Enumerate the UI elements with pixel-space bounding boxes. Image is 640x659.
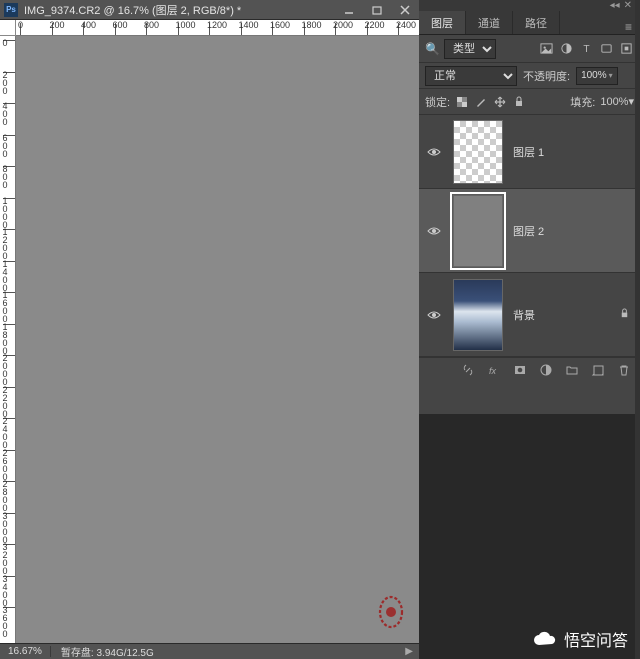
window-buttons xyxy=(339,3,415,17)
svg-text:T: T xyxy=(583,44,589,55)
brand-text: 悟空问答 xyxy=(564,627,628,651)
filter-text-icon[interactable]: T xyxy=(578,41,594,57)
visibility-toggle[interactable] xyxy=(425,226,443,236)
search-icon: 🔍 xyxy=(425,42,440,56)
link-layers-icon[interactable] xyxy=(460,362,476,378)
lock-pixels-icon[interactable] xyxy=(455,95,469,109)
panel-tabs: 图层 通道 路径 ≡ xyxy=(419,11,640,35)
cloud-icon xyxy=(532,630,558,648)
fill-value[interactable]: 100%▾ xyxy=(600,95,634,108)
lock-label: 锁定: xyxy=(425,94,450,110)
opacity-value[interactable]: 100%▾ xyxy=(576,67,618,85)
close-button[interactable] xyxy=(395,3,415,17)
layer-thumbnail[interactable] xyxy=(453,279,503,351)
app-icon: Ps xyxy=(4,3,18,17)
lock-all-icon[interactable] xyxy=(512,95,526,109)
filter-adjust-icon[interactable] xyxy=(558,41,574,57)
layer-row[interactable]: 背景 xyxy=(419,273,640,357)
filter-smart-icon[interactable] xyxy=(618,41,634,57)
filter-shape-icon[interactable] xyxy=(598,41,614,57)
lock-position-icon[interactable] xyxy=(493,95,507,109)
ruler-horizontal[interactable]: 0200400600800100012001400160018002000220… xyxy=(16,20,419,36)
layer-filter-row: 🔍 类型 T xyxy=(419,35,640,63)
filter-image-icon[interactable] xyxy=(538,41,554,57)
canvas[interactable] xyxy=(16,36,419,643)
layers-panel-footer: fx xyxy=(419,357,640,381)
document-window: Ps IMG_9374.CR2 @ 16.7% (图层 2, RGB/8*) *… xyxy=(0,0,419,659)
layer-name[interactable]: 背景 xyxy=(513,307,609,323)
blend-opacity-row: 正常 不透明度: 100%▾ xyxy=(419,63,640,89)
fx-icon[interactable]: fx xyxy=(486,362,502,378)
scratch-disk-info[interactable]: 暂存盘: 3.94G/12.5G xyxy=(51,644,399,659)
visibility-toggle[interactable] xyxy=(425,147,443,157)
new-layer-icon[interactable] xyxy=(590,362,606,378)
tab-layers[interactable]: 图层 xyxy=(419,11,466,34)
ruler-vertical[interactable]: 0200400600800100012001400160018002000220… xyxy=(0,36,16,643)
panel-resize-grip[interactable] xyxy=(635,0,640,659)
document-title: IMG_9374.CR2 @ 16.7% (图层 2, RGB/8*) * xyxy=(24,2,339,18)
empty-panel-area xyxy=(419,414,635,659)
scratch-label: 暂存盘: xyxy=(61,648,94,659)
scratch-value: 3.94G/12.5G xyxy=(96,648,153,659)
mask-icon[interactable] xyxy=(512,362,528,378)
brand-watermark: 悟空问答 xyxy=(532,627,628,651)
layer-name[interactable]: 图层 2 xyxy=(513,223,634,239)
layers-list: 图层 1 图层 2 背景 xyxy=(419,115,640,357)
layer-row[interactable]: 图层 2 xyxy=(419,189,640,273)
visibility-toggle[interactable] xyxy=(425,310,443,320)
svg-text:fx: fx xyxy=(489,366,497,376)
layer-name[interactable]: 图层 1 xyxy=(513,144,634,160)
lock-fill-row: 锁定: 填充: 100%▾ xyxy=(419,89,640,115)
adjustment-layer-icon[interactable] xyxy=(538,362,554,378)
filter-kind-select[interactable]: 类型 xyxy=(444,39,496,59)
watermark-stamp xyxy=(377,595,405,629)
lock-icon xyxy=(619,308,630,322)
layer-row[interactable]: 图层 1 xyxy=(419,115,640,189)
lock-brush-icon[interactable] xyxy=(474,95,488,109)
panel-collapse-bar[interactable]: ◂◂✕ xyxy=(419,0,640,11)
trash-icon[interactable] xyxy=(616,362,632,378)
layer-thumbnail[interactable] xyxy=(453,195,503,267)
titlebar[interactable]: Ps IMG_9374.CR2 @ 16.7% (图层 2, RGB/8*) * xyxy=(0,0,419,20)
ruler-corner xyxy=(0,20,16,36)
opacity-label: 不透明度: xyxy=(523,68,570,84)
fill-label: 填充: xyxy=(570,94,595,110)
group-icon[interactable] xyxy=(564,362,580,378)
zoom-level[interactable]: 16.67% xyxy=(0,646,51,657)
minimize-button[interactable] xyxy=(339,3,359,17)
maximize-button[interactable] xyxy=(367,3,387,17)
chevron-right-icon[interactable]: ▶ xyxy=(399,646,419,657)
layer-thumbnail[interactable] xyxy=(453,120,503,184)
status-bar: 16.67% 暂存盘: 3.94G/12.5G ▶ xyxy=(0,643,419,659)
tab-paths[interactable]: 路径 xyxy=(513,11,560,34)
tab-channels[interactable]: 通道 xyxy=(466,11,513,34)
blend-mode-select[interactable]: 正常 xyxy=(425,66,517,86)
